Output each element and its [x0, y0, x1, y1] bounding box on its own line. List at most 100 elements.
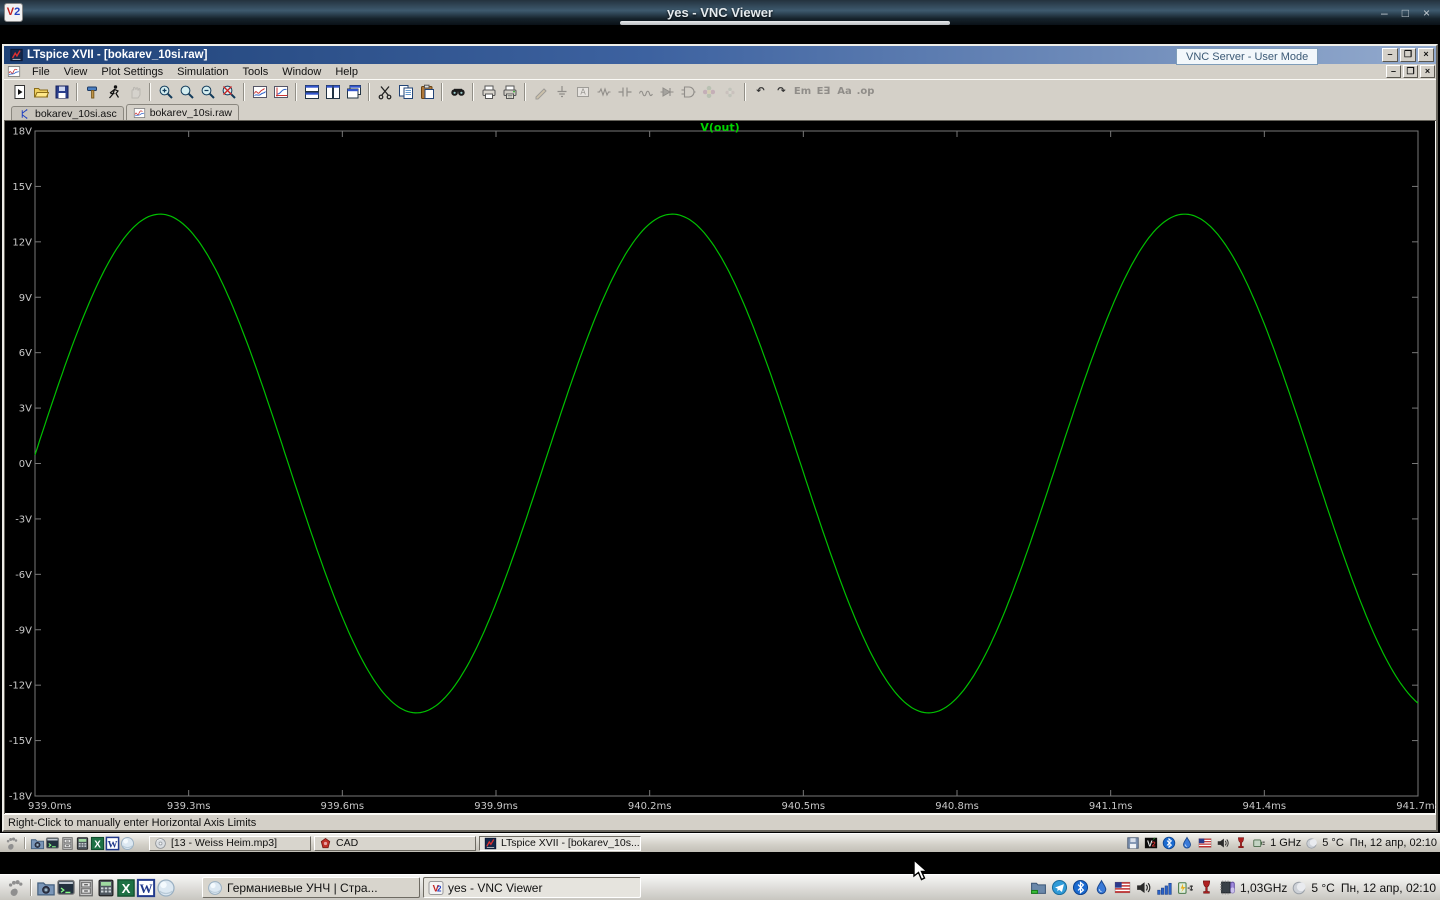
menu-tools[interactable]: Tools — [236, 64, 276, 79]
task-button[interactable]: Германиевые УНЧ | Стра... — [202, 877, 420, 898]
file-cabinet-icon[interactable] — [60, 836, 75, 851]
paste-button[interactable] — [416, 82, 437, 101]
menu-view[interactable]: View — [57, 64, 95, 79]
calculator-icon[interactable] — [96, 878, 116, 898]
halt-button[interactable] — [124, 82, 145, 101]
menu-plot-settings[interactable]: Plot Settings — [94, 64, 170, 79]
file-cabinet-icon[interactable] — [76, 878, 96, 898]
print-preview-button[interactable] — [478, 82, 499, 101]
menu-help[interactable]: Help — [328, 64, 365, 79]
find-button[interactable] — [447, 82, 468, 101]
vnc-maximize-button[interactable]: □ — [1402, 6, 1409, 20]
menu-file[interactable]: File — [25, 64, 57, 79]
globe-ball-icon[interactable] — [120, 836, 135, 851]
rotate-button[interactable]: E∃ — [813, 82, 834, 101]
window-restore-button[interactable]: ❐ — [1400, 48, 1416, 62]
redo-button[interactable]: ↷ — [771, 82, 792, 101]
wire-button[interactable] — [530, 82, 551, 101]
word-icon[interactable]: W — [105, 836, 120, 851]
moon-icon[interactable] — [1305, 837, 1318, 850]
task-button[interactable]: CAD — [314, 835, 476, 851]
tile-horizontal-button[interactable] — [301, 82, 322, 101]
copy-button[interactable] — [395, 82, 416, 101]
signal-bars-icon[interactable] — [1156, 879, 1173, 896]
task-button[interactable]: LTspice XVII - [bokarev_10s... — [479, 835, 641, 851]
net-label-button[interactable]: A — [572, 82, 593, 101]
excel-icon[interactable]: X — [116, 878, 136, 898]
cut-button[interactable] — [374, 82, 395, 101]
capacitor-button[interactable] — [614, 82, 635, 101]
print-button[interactable] — [499, 82, 520, 101]
new-schematic-button[interactable] — [9, 82, 30, 101]
run-button[interactable] — [103, 82, 124, 101]
tab-bokarev_10si.asc[interactable]: bokarev_10si.asc — [11, 106, 124, 120]
mdi-close-button[interactable]: × — [1420, 65, 1435, 78]
calculator-icon[interactable] — [75, 836, 90, 851]
plot-area[interactable]: V(out) 939.0ms 939.3ms 939.6ms 939.9ms 940.2… — [4, 120, 1436, 814]
vnc-minimize-button[interactable]: – — [1381, 6, 1388, 20]
save-button[interactable] — [51, 82, 72, 101]
component-button[interactable] — [677, 82, 698, 101]
gnome-foot-icon[interactable] — [4, 877, 26, 899]
bluetooth-icon[interactable] — [1162, 836, 1176, 850]
floppy-icon[interactable] — [1126, 836, 1140, 850]
vnc-close-button[interactable]: × — [1423, 6, 1430, 20]
bluetooth-icon[interactable] — [1072, 879, 1089, 896]
diode-button[interactable] — [656, 82, 677, 101]
open-button[interactable] — [30, 82, 51, 101]
move-button[interactable] — [698, 82, 719, 101]
menu-simulation[interactable]: Simulation — [170, 64, 235, 79]
water-drop-icon[interactable] — [1180, 836, 1194, 850]
us-flag-icon[interactable] — [1114, 879, 1131, 896]
inductor-button[interactable] — [635, 82, 656, 101]
drag-button[interactable] — [719, 82, 740, 101]
resistor-button[interactable] — [593, 82, 614, 101]
undo-button[interactable]: ↶ — [750, 82, 771, 101]
text-tool-button[interactable]: Aa — [834, 82, 855, 101]
clock[interactable]: Пн, 12 апр, 02:10 — [1350, 837, 1437, 849]
mdi-restore-button[interactable]: ❐ — [1403, 65, 1418, 78]
trace-legend-vout[interactable]: V(out) — [4, 121, 1436, 134]
tile-vertical-button[interactable] — [322, 82, 343, 101]
word-icon[interactable]: W — [136, 878, 156, 898]
clock[interactable]: Пн, 12 апр, 02:10 — [1341, 881, 1436, 895]
plot-settings-button[interactable] — [270, 82, 291, 101]
camera-folder-icon[interactable] — [30, 836, 45, 851]
zoom-full-button[interactable] — [218, 82, 239, 101]
cpu-chip-icon[interactable] — [1219, 879, 1236, 896]
speaker-icon[interactable] — [1216, 836, 1230, 850]
zoom-in-button[interactable] — [155, 82, 176, 101]
excel-icon[interactable]: X — [90, 836, 105, 851]
spice-directive-button[interactable]: .op — [855, 82, 876, 101]
battery-charging-icon[interactable] — [1177, 879, 1194, 896]
tab-bokarev_10si.raw[interactable]: bokarev_10si.raw — [125, 104, 240, 120]
window-minimize-button[interactable]: – — [1382, 48, 1398, 62]
control-panel-button[interactable] — [82, 82, 103, 101]
gnome-foot-icon[interactable] — [3, 835, 20, 852]
us-flag-icon[interactable] — [1198, 836, 1212, 850]
moon-icon[interactable] — [1291, 880, 1307, 896]
speaker-icon[interactable] — [1135, 879, 1152, 896]
wine-glass-icon[interactable] — [1198, 879, 1215, 896]
window-close-button[interactable]: × — [1418, 48, 1434, 62]
task-button[interactable]: [13 - Weiss Heim.mp3] — [149, 835, 311, 851]
autorange-button[interactable] — [249, 82, 270, 101]
ground-button[interactable] — [551, 82, 572, 101]
task-button[interactable]: V 2 yes - VNC Viewer — [423, 877, 641, 898]
camera-folder-icon[interactable] — [36, 878, 56, 898]
vnc-dark-icon[interactable]: V2 — [1144, 836, 1158, 850]
telegram-icon[interactable] — [1051, 879, 1068, 896]
zoom-out-button[interactable] — [197, 82, 218, 101]
zoom-back-button[interactable] — [176, 82, 197, 101]
water-drop-icon[interactable] — [1093, 879, 1110, 896]
battery-plug-icon[interactable] — [1252, 836, 1266, 850]
terminal-icon[interactable] — [56, 878, 76, 898]
menu-window[interactable]: Window — [275, 64, 328, 79]
terminal-icon[interactable] — [45, 836, 60, 851]
cascade-button[interactable] — [343, 82, 364, 101]
mirror-button[interactable]: Em — [792, 82, 813, 101]
mdi-minimize-button[interactable]: – — [1386, 65, 1401, 78]
wine-glass-icon[interactable] — [1234, 836, 1248, 850]
folder-transfer-icon[interactable] — [1030, 879, 1047, 896]
globe-ball-icon[interactable] — [156, 878, 176, 898]
